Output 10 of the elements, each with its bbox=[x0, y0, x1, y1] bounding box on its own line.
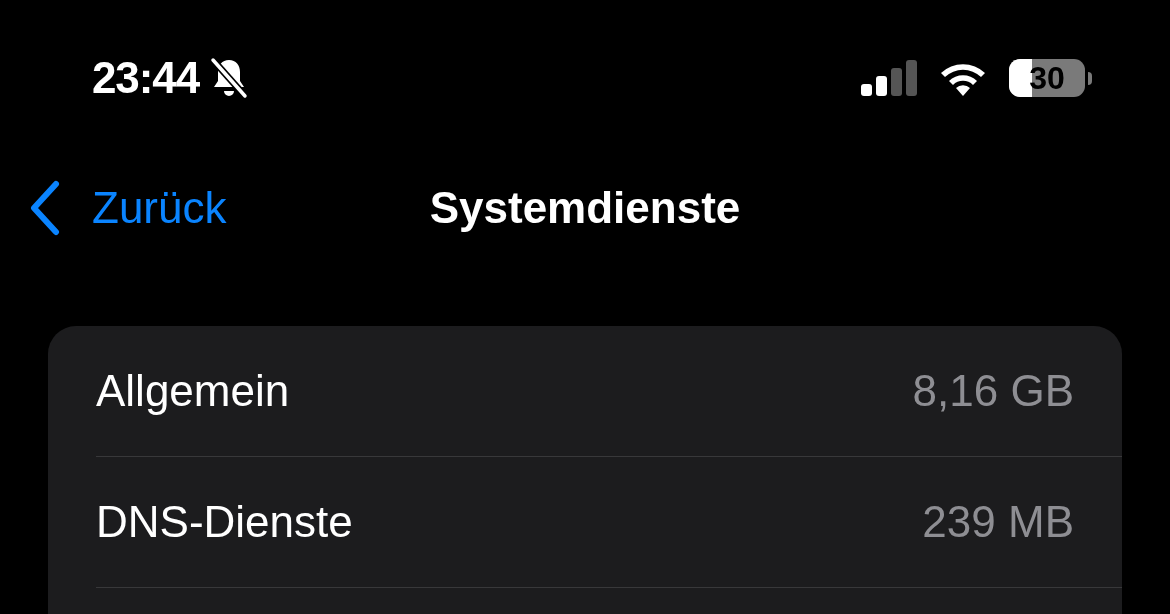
row-label: Allgemein bbox=[96, 365, 290, 417]
signal-icon bbox=[861, 60, 917, 96]
status-time: 23:44 bbox=[92, 52, 200, 104]
back-button[interactable]: Zurück bbox=[0, 175, 227, 241]
page-title: Systemdienste bbox=[429, 182, 741, 234]
chevron-left-icon bbox=[28, 180, 60, 236]
row-value: 8,16 GB bbox=[912, 365, 1074, 417]
row-label: DNS-Dienste bbox=[96, 496, 353, 548]
muted-bell-icon bbox=[209, 56, 250, 100]
row-value: 239 MB bbox=[922, 496, 1074, 548]
